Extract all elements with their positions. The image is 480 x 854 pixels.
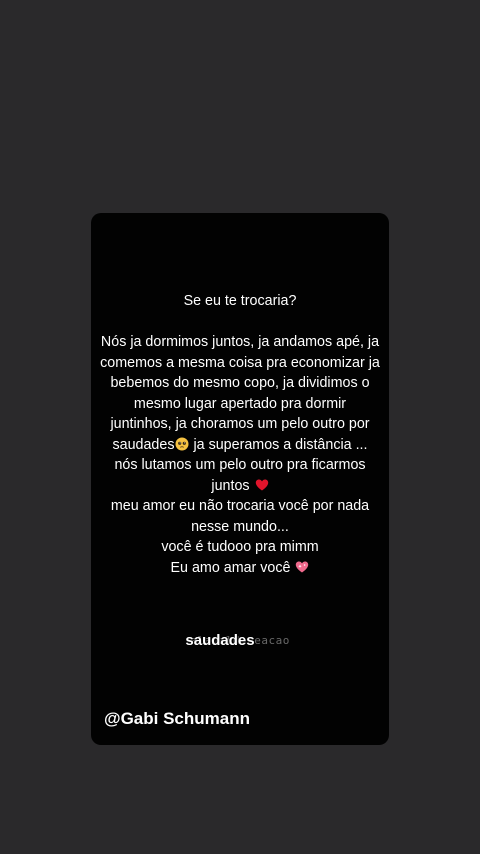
story-line: bebemos do mesmo copo, ja dividimos o	[110, 375, 370, 391]
story-text-segment: juntos	[211, 477, 250, 494]
story-text-segment: ja superamos a distância ...	[193, 436, 368, 453]
story-line-with-emoji: Eu amo amar você	[91, 558, 389, 579]
watermark: alamaldeseacao saudades	[91, 630, 389, 654]
story-line: nós lutamos um pelo outro pra ficarmos	[114, 457, 366, 473]
story-gap	[91, 312, 389, 333]
story-text-segment: Eu amo amar você	[170, 559, 291, 576]
sparkling-heart-icon	[296, 561, 309, 572]
pleading-face-icon	[175, 437, 189, 450]
story-title: Se eu te trocaria?	[183, 293, 297, 309]
story-line: nesse mundo...	[191, 518, 289, 535]
story-text: Se eu te trocaria? Nós ja dormimos junto…	[91, 291, 389, 578]
story-line: juntinhos, ja choramos um pelo outro por	[110, 416, 370, 432]
story-line-with-emoji: juntos	[91, 476, 389, 497]
watermark-bold-text: saudades	[185, 632, 255, 649]
red-heart-icon	[255, 479, 268, 490]
story-line: Nós ja dormimos juntos, ja andamos apé, …	[100, 334, 380, 350]
story-line: mesmo lugar apertado pra dormir	[133, 395, 347, 412]
story-line: você é tudooo pra mimm	[161, 539, 319, 555]
story-text-segment: saudades	[112, 436, 175, 453]
story-line: comemos a mesma coisa pra economizar ja	[100, 354, 380, 371]
story-card: Se eu te trocaria? Nós ja dormimos junto…	[91, 213, 389, 745]
story-line-with-emoji: saudades ja superamos a distância ...	[91, 435, 389, 456]
story-line: meu amor eu não trocaria você por nada	[110, 498, 370, 514]
author-handle: @Gabi Schumann	[104, 709, 250, 728]
